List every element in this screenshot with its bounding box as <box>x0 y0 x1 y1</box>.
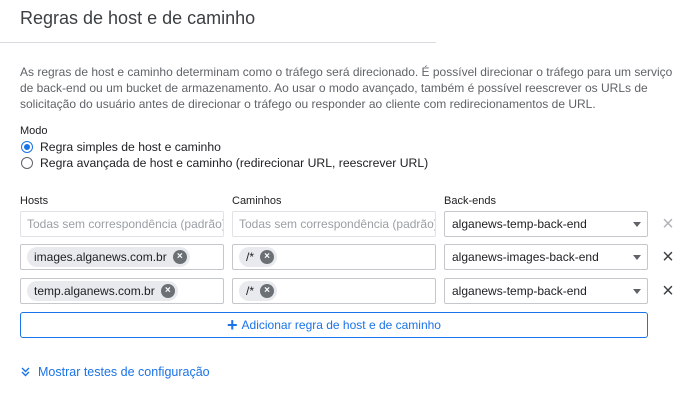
dropdown-caret-icon <box>633 288 641 294</box>
mode-option-label: Regra avançada de host e caminho (redire… <box>40 156 429 170</box>
radio-selected-icon[interactable] <box>21 141 33 153</box>
backends-column-header: Back-ends <box>444 195 496 207</box>
show-tests-link[interactable]: Mostrar testes de configuração <box>21 365 210 379</box>
mode-option-simple[interactable]: Regra simples de host e caminho <box>21 140 221 154</box>
path-chip: /* × <box>239 247 278 267</box>
host-input[interactable]: images.alganews.com.br × <box>20 244 224 270</box>
host-chip-label: images.alganews.com.br <box>34 250 167 264</box>
cancel-circle-icon[interactable]: × <box>160 284 175 298</box>
add-rule-label: Adicionar regra de host e de caminho <box>241 318 441 332</box>
dropdown-caret-icon <box>633 254 641 260</box>
paths-column-header: Caminhos <box>232 195 282 207</box>
plus-icon: + <box>227 315 238 335</box>
radio-unselected-icon[interactable] <box>21 157 33 169</box>
cancel-circle-icon[interactable]: × <box>260 284 275 298</box>
host-chip-label: temp.alganews.com.br <box>34 284 155 298</box>
title-divider <box>0 42 436 43</box>
dropdown-caret-icon <box>633 221 641 227</box>
close-icon: × <box>662 213 674 235</box>
backend-select-value: alganews-temp-back-end <box>452 284 587 298</box>
description-line: As regras de host e caminho determinam c… <box>20 65 673 79</box>
cancel-circle-icon[interactable]: × <box>172 250 187 264</box>
path-input[interactable]: /* × <box>232 278 436 304</box>
add-rule-button[interactable]: + Adicionar regra de host e de caminho <box>20 312 648 338</box>
double-chevron-down-icon <box>21 367 30 377</box>
backend-select[interactable]: alganews-temp-back-end <box>444 278 648 304</box>
path-input-default[interactable]: Todas sem correspondência (padrão) <box>232 211 436 237</box>
close-icon[interactable]: × <box>660 281 676 301</box>
mode-option-label: Regra simples de host e caminho <box>40 140 221 154</box>
mode-label: Modo <box>20 125 48 137</box>
show-tests-label: Mostrar testes de configuração <box>38 365 210 379</box>
section-description: As regras de host e caminho determinam c… <box>20 64 680 112</box>
mode-option-advanced[interactable]: Regra avançada de host e caminho (redire… <box>21 156 428 170</box>
cancel-circle-icon[interactable]: × <box>260 250 275 264</box>
description-line: solicitação do usuário antes de direcion… <box>20 97 596 111</box>
host-chip: temp.alganews.com.br × <box>27 281 178 301</box>
path-chip-label: /* <box>246 284 255 298</box>
host-input[interactable]: temp.alganews.com.br × <box>20 278 224 304</box>
path-chip-label: /* <box>246 250 255 264</box>
hosts-column-header: Hosts <box>20 195 49 207</box>
section-title: Regras de host e de caminho <box>20 8 256 28</box>
host-input-default[interactable]: Todas sem correspondência (padrão) <box>20 211 224 237</box>
host-placeholder: Todas sem correspondência (padrão) <box>27 217 224 231</box>
path-placeholder: Todas sem correspondência (padrão) <box>239 217 436 231</box>
path-chip: /* × <box>239 281 278 301</box>
host-chip: images.alganews.com.br × <box>27 247 190 267</box>
path-input[interactable]: /* × <box>232 244 436 270</box>
backend-select-default[interactable]: alganews-temp-back-end <box>444 211 648 237</box>
backend-select-value: alganews-temp-back-end <box>452 217 587 231</box>
backend-select-value: alganews-images-back-end <box>452 250 599 264</box>
close-icon[interactable]: × <box>660 247 676 267</box>
description-line: de back-end ou um bucket de armazenament… <box>20 81 648 95</box>
backend-select[interactable]: alganews-images-back-end <box>444 244 648 270</box>
